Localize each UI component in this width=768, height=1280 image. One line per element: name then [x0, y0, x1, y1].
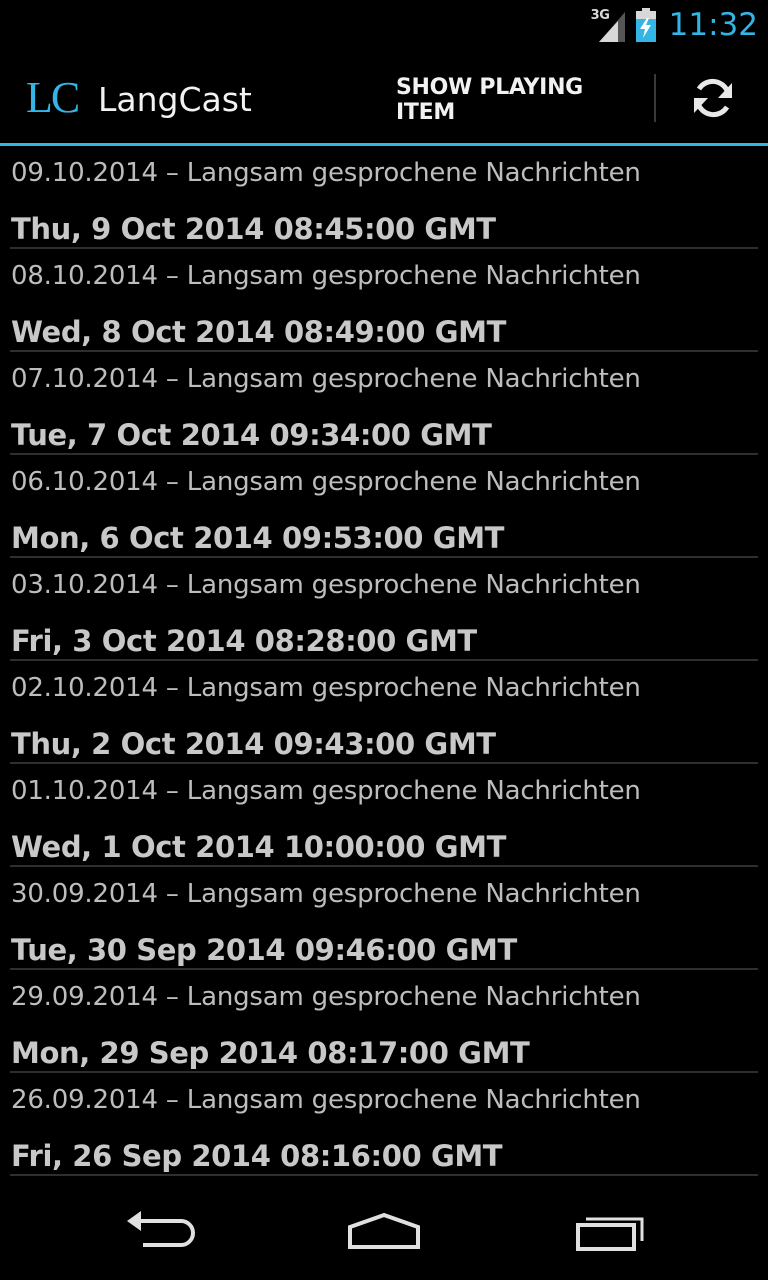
item-date: Fri, 3 Oct 2014 08:28:00 GMT: [11, 624, 477, 658]
network-indicator: 3G: [591, 8, 627, 42]
back-button[interactable]: [80, 1182, 240, 1280]
item-date: Thu, 2 Oct 2014 09:43:00 GMT: [11, 727, 496, 761]
item-date: Tue, 30 Sep 2014 09:46:00 GMT: [11, 933, 517, 967]
status-bar: 3G 11:32: [0, 0, 768, 50]
status-indicators: 3G 11:32: [591, 0, 758, 50]
recent-apps-icon: [576, 1217, 644, 1251]
list-item[interactable]: 08.10.2014 – Langsam gesprochene Nachric…: [10, 249, 758, 352]
item-date: Thu, 9 Oct 2014 08:45:00 GMT: [11, 212, 496, 246]
item-title: 29.09.2014 – Langsam gesprochene Nachric…: [11, 982, 641, 1012]
item-date: Mon, 6 Oct 2014 09:53:00 GMT: [11, 521, 505, 555]
list-item[interactable]: 03.10.2014 – Langsam gesprochene Nachric…: [10, 558, 758, 661]
item-date: Mon, 29 Sep 2014 08:17:00 GMT: [11, 1036, 530, 1070]
list-item[interactable]: 01.10.2014 – Langsam gesprochene Nachric…: [10, 764, 758, 867]
list-item[interactable]: 30.09.2014 – Langsam gesprochene Nachric…: [10, 867, 758, 970]
list-item[interactable]: 06.10.2014 – Langsam gesprochene Nachric…: [10, 455, 758, 558]
item-date: Fri, 26 Sep 2014 08:16:00 GMT: [11, 1139, 503, 1173]
refresh-button[interactable]: [680, 68, 746, 128]
action-bar-divider: [654, 74, 656, 122]
item-title: 01.10.2014 – Langsam gesprochene Nachric…: [11, 776, 641, 806]
item-date: Tue, 7 Oct 2014 09:34:00 GMT: [11, 418, 492, 452]
item-title: 09.10.2014 – Langsam gesprochene Nachric…: [11, 158, 641, 188]
item-title: 02.10.2014 – Langsam gesprochene Nachric…: [11, 673, 641, 703]
home-button[interactable]: [304, 1182, 464, 1280]
app-logo[interactable]: LC: [26, 73, 86, 122]
back-icon: [127, 1211, 195, 1247]
navigation-bar: [0, 1182, 768, 1280]
list-item[interactable]: 26.09.2014 – Langsam gesprochene Nachric…: [10, 1073, 758, 1176]
item-title: 06.10.2014 – Langsam gesprochene Nachric…: [11, 467, 641, 497]
list-item[interactable]: 07.10.2014 – Langsam gesprochene Nachric…: [10, 352, 758, 455]
item-title: 26.09.2014 – Langsam gesprochene Nachric…: [11, 1085, 641, 1115]
logo-text: LC: [26, 74, 78, 120]
show-playing-item-button[interactable]: SHOW PLAYING ITEM: [396, 74, 648, 126]
item-date: Wed, 1 Oct 2014 10:00:00 GMT: [11, 830, 506, 864]
list-item[interactable]: 02.10.2014 – Langsam gesprochene Nachric…: [10, 661, 758, 764]
item-title: 03.10.2014 – Langsam gesprochene Nachric…: [11, 570, 641, 600]
signal-icon: [598, 12, 625, 42]
list-item[interactable]: 09.10.2014 – Langsam gesprochene Nachric…: [10, 146, 758, 249]
app-title: LangCast: [98, 80, 252, 119]
battery-icon: [635, 8, 656, 42]
recent-apps-button[interactable]: [530, 1182, 690, 1280]
list-item[interactable]: 29.09.2014 – Langsam gesprochene Nachric…: [10, 970, 758, 1073]
refresh-icon: [694, 78, 732, 118]
item-title: 07.10.2014 – Langsam gesprochene Nachric…: [11, 364, 641, 394]
episode-list[interactable]: 09.10.2014 – Langsam gesprochene Nachric…: [0, 146, 768, 1178]
home-icon: [348, 1212, 420, 1249]
item-date: Wed, 8 Oct 2014 08:49:00 GMT: [11, 315, 506, 349]
item-title: 30.09.2014 – Langsam gesprochene Nachric…: [11, 879, 641, 909]
clock: 11:32: [668, 7, 758, 43]
item-title: 08.10.2014 – Langsam gesprochene Nachric…: [11, 261, 641, 291]
